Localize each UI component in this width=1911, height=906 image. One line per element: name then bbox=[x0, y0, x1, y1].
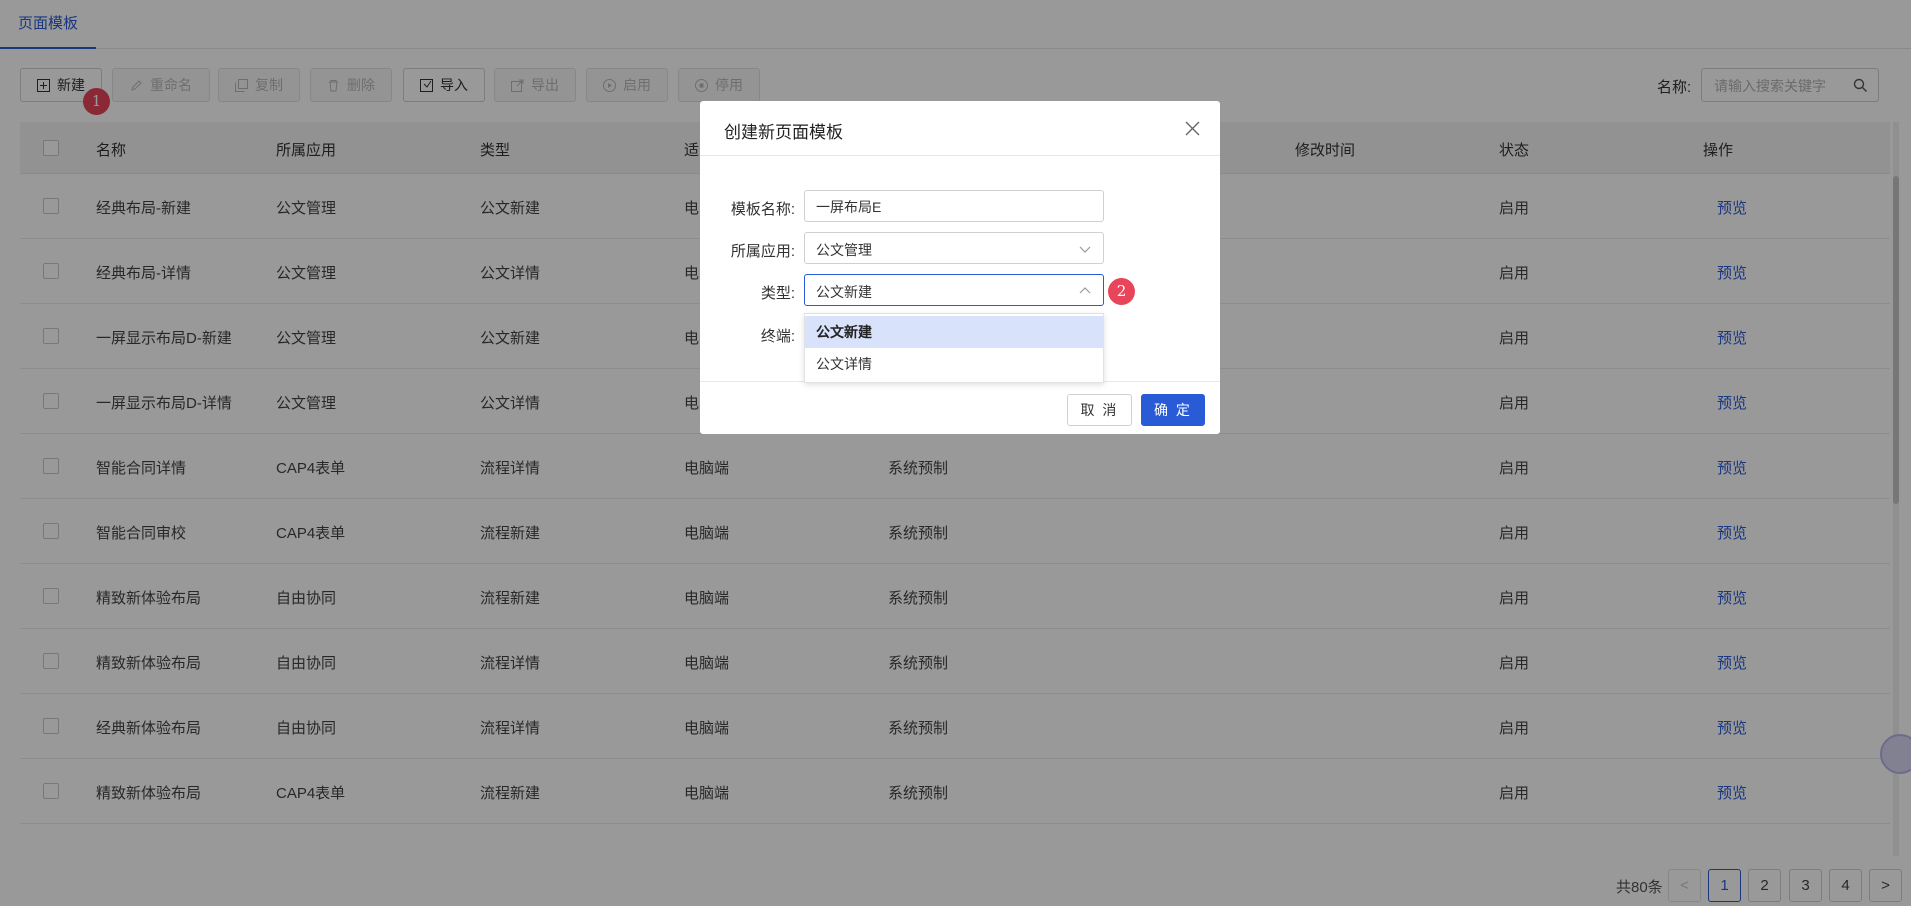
template-name-field[interactable] bbox=[804, 190, 1104, 222]
type-dropdown-menu: 公文新建 公文详情 bbox=[804, 313, 1104, 383]
dialog-footer: 取 消 确 定 bbox=[700, 381, 1220, 434]
create-template-dialog: 创建新页面模板 模板名称: 所属应用: 公文管理 类型: 公文新建 终端: 公文… bbox=[700, 101, 1220, 434]
app-select-value: 公文管理 bbox=[816, 242, 872, 258]
dialog-header: 创建新页面模板 bbox=[700, 101, 1220, 156]
type-option-new[interactable]: 公文新建 bbox=[805, 316, 1103, 348]
step-badge-2: 2 bbox=[1108, 278, 1135, 305]
dialog-title: 创建新页面模板 bbox=[724, 123, 843, 142]
app-label: 所属应用: bbox=[730, 243, 795, 260]
template-name-label: 模板名称: bbox=[730, 201, 795, 218]
type-option-detail[interactable]: 公文详情 bbox=[805, 348, 1103, 380]
chevron-down-icon bbox=[1079, 246, 1091, 253]
type-select[interactable]: 公文新建 bbox=[804, 274, 1104, 306]
app-select[interactable]: 公文管理 bbox=[804, 232, 1104, 264]
chevron-up-icon bbox=[1079, 287, 1091, 294]
terminal-label: 终端: bbox=[760, 328, 795, 345]
type-select-value: 公文新建 bbox=[816, 284, 872, 300]
confirm-button[interactable]: 确 定 bbox=[1141, 394, 1205, 426]
template-name-input[interactable] bbox=[816, 198, 1086, 215]
type-label: 类型: bbox=[760, 285, 795, 302]
cancel-button[interactable]: 取 消 bbox=[1067, 394, 1132, 426]
close-icon[interactable] bbox=[1185, 121, 1200, 136]
